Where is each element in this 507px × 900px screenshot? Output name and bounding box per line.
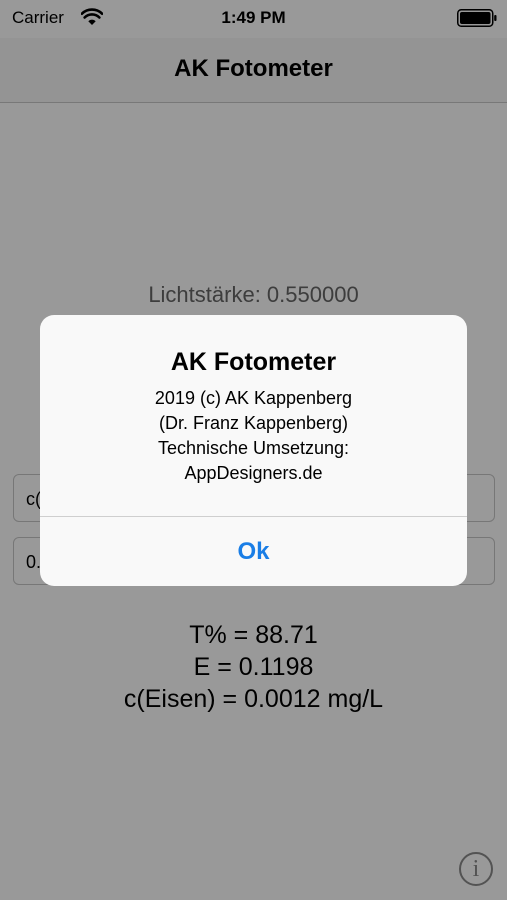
alert-message-line: Technische Umsetzung: xyxy=(157,438,350,458)
ok-button[interactable]: Ok xyxy=(40,517,467,586)
alert-message-line: 2019 (c) AK Kappenberg xyxy=(154,388,353,408)
alert-message: 2019 (c) AK Kappenberg (Dr. Franz Kappen… xyxy=(40,386,467,486)
alert-title: AK Fotometer xyxy=(170,348,337,376)
about-alert: AK Fotometer 2019 (c) AK Kappenberg (Dr.… xyxy=(40,315,467,586)
alert-message-line: (Dr. Franz Kappenberg) xyxy=(158,413,349,433)
alert-message-line: AppDesigners.de xyxy=(184,463,323,483)
